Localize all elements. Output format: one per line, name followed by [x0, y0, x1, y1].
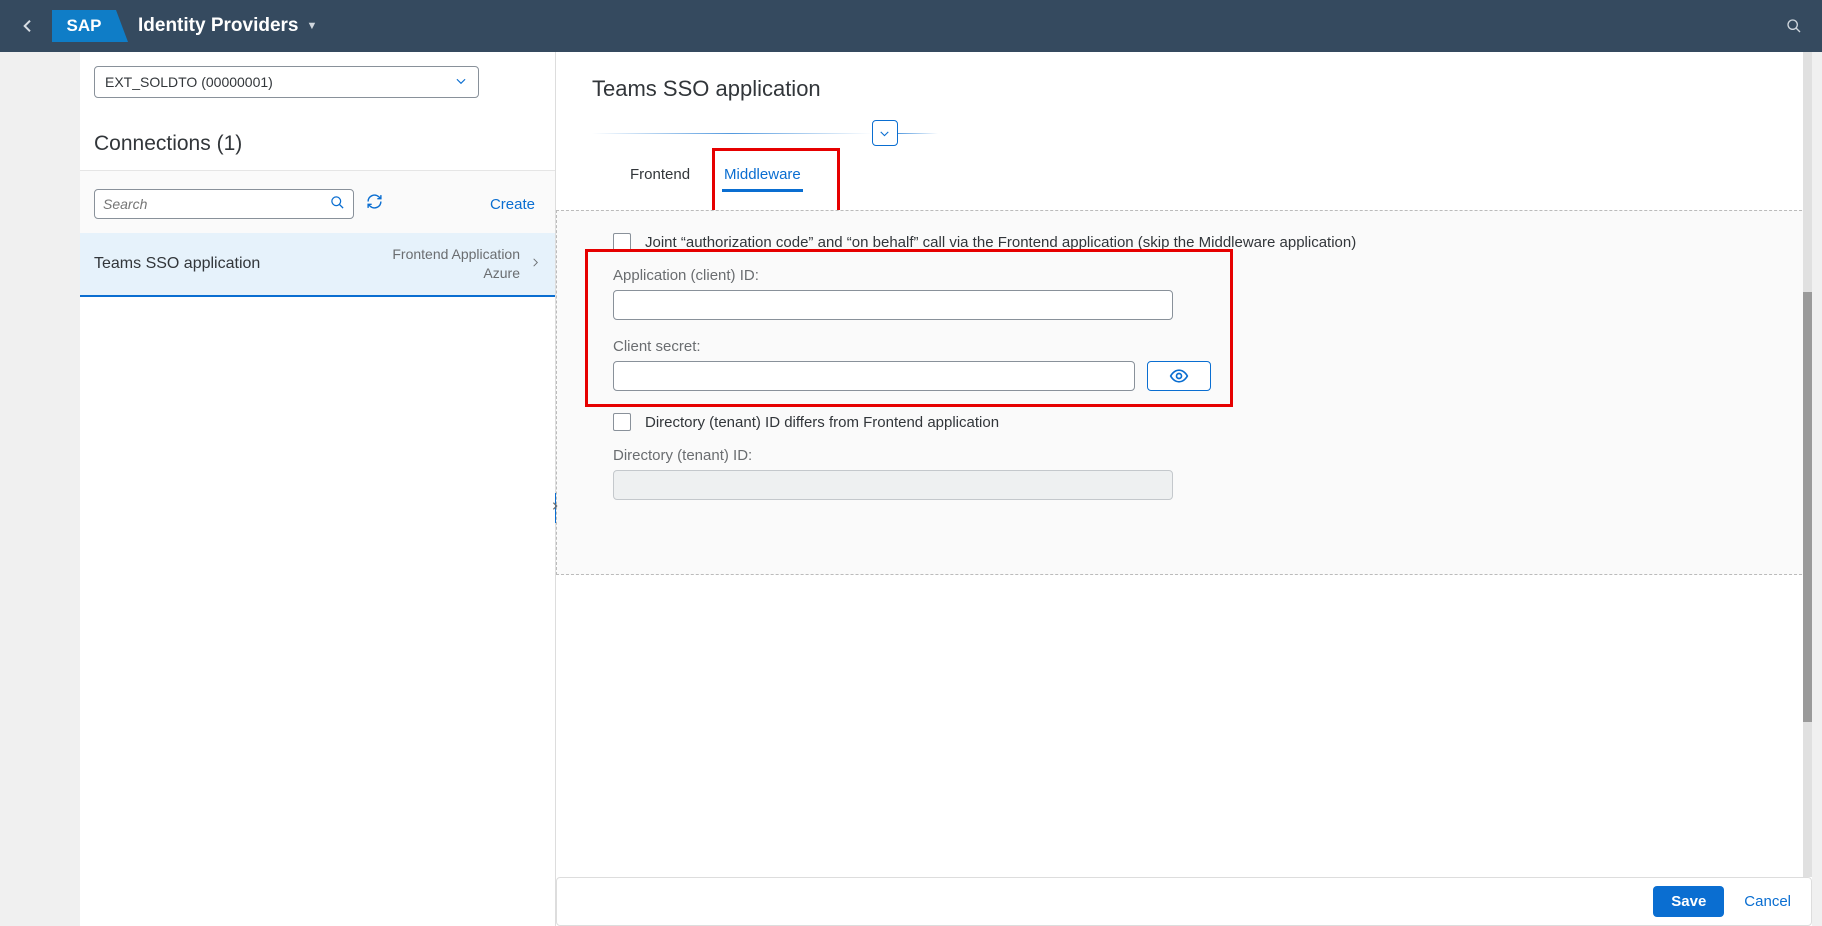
- joint-checkbox[interactable]: [613, 233, 631, 251]
- chevron-right-icon: [530, 257, 541, 271]
- connection-list-item[interactable]: Teams SSO application Frontend Applicati…: [80, 233, 555, 297]
- page-title: Teams SSO application: [592, 76, 1776, 102]
- footer-bar: Save Cancel: [556, 877, 1812, 926]
- tab-middleware[interactable]: Middleware: [722, 160, 803, 192]
- client-secret-input[interactable]: [613, 361, 1135, 391]
- search-input-wrap[interactable]: [94, 189, 354, 219]
- splitter-handle[interactable]: [548, 476, 562, 536]
- tenant-id-input: [613, 470, 1173, 500]
- top-header: SAP Identity Providers ▼: [0, 0, 1822, 52]
- list-item-line1: Frontend Application: [392, 245, 520, 264]
- create-button[interactable]: Create: [490, 196, 541, 213]
- save-button[interactable]: Save: [1653, 886, 1724, 917]
- tenant-differs-checkbox[interactable]: [613, 413, 631, 431]
- client-secret-label: Client secret:: [613, 338, 1755, 355]
- right-panel: Teams SSO application Frontend Middlewar…: [556, 52, 1812, 926]
- list-item-line2: Azure: [392, 264, 520, 283]
- scrollbar-thumb[interactable]: [1803, 292, 1812, 722]
- caret-down-icon: ▼: [307, 20, 318, 32]
- section-collapse-button[interactable]: [872, 120, 898, 146]
- left-panel: EXT_SOLDTO (00000001) Connections (1) Cr…: [80, 52, 556, 926]
- tenant-id-label: Directory (tenant) ID:: [613, 447, 1755, 464]
- list-item-title: Teams SSO application: [94, 255, 260, 273]
- scrollbar-track[interactable]: [1803, 52, 1812, 877]
- tab-frontend[interactable]: Frontend: [628, 160, 692, 192]
- sap-logo: SAP: [52, 10, 116, 42]
- header-title-text: Identity Providers: [138, 15, 299, 37]
- search-icon[interactable]: [330, 195, 345, 214]
- app-id-label: Application (client) ID:: [613, 267, 1755, 284]
- chevron-down-icon: [454, 74, 468, 91]
- app-id-input[interactable]: [613, 290, 1173, 320]
- refresh-icon[interactable]: [366, 193, 383, 215]
- cancel-button[interactable]: Cancel: [1744, 893, 1791, 910]
- back-button[interactable]: [16, 14, 40, 38]
- connections-heading: Connections (1): [80, 106, 555, 170]
- list-item-meta: Frontend Application Azure: [392, 245, 520, 283]
- reveal-secret-button[interactable]: [1147, 361, 1211, 391]
- header-search-button[interactable]: [1782, 14, 1806, 38]
- ext-select[interactable]: EXT_SOLDTO (00000001): [94, 66, 479, 98]
- ext-select-value: EXT_SOLDTO (00000001): [105, 74, 273, 90]
- search-input[interactable]: [103, 196, 324, 212]
- header-title[interactable]: Identity Providers ▼: [138, 15, 317, 37]
- form-area: Joint “authorization code” and “on behal…: [556, 210, 1812, 575]
- joint-label: Joint “authorization code” and “on behal…: [645, 234, 1356, 251]
- tenant-differs-label: Directory (tenant) ID differs from Front…: [645, 414, 999, 431]
- left-filter-row: Create: [80, 171, 555, 233]
